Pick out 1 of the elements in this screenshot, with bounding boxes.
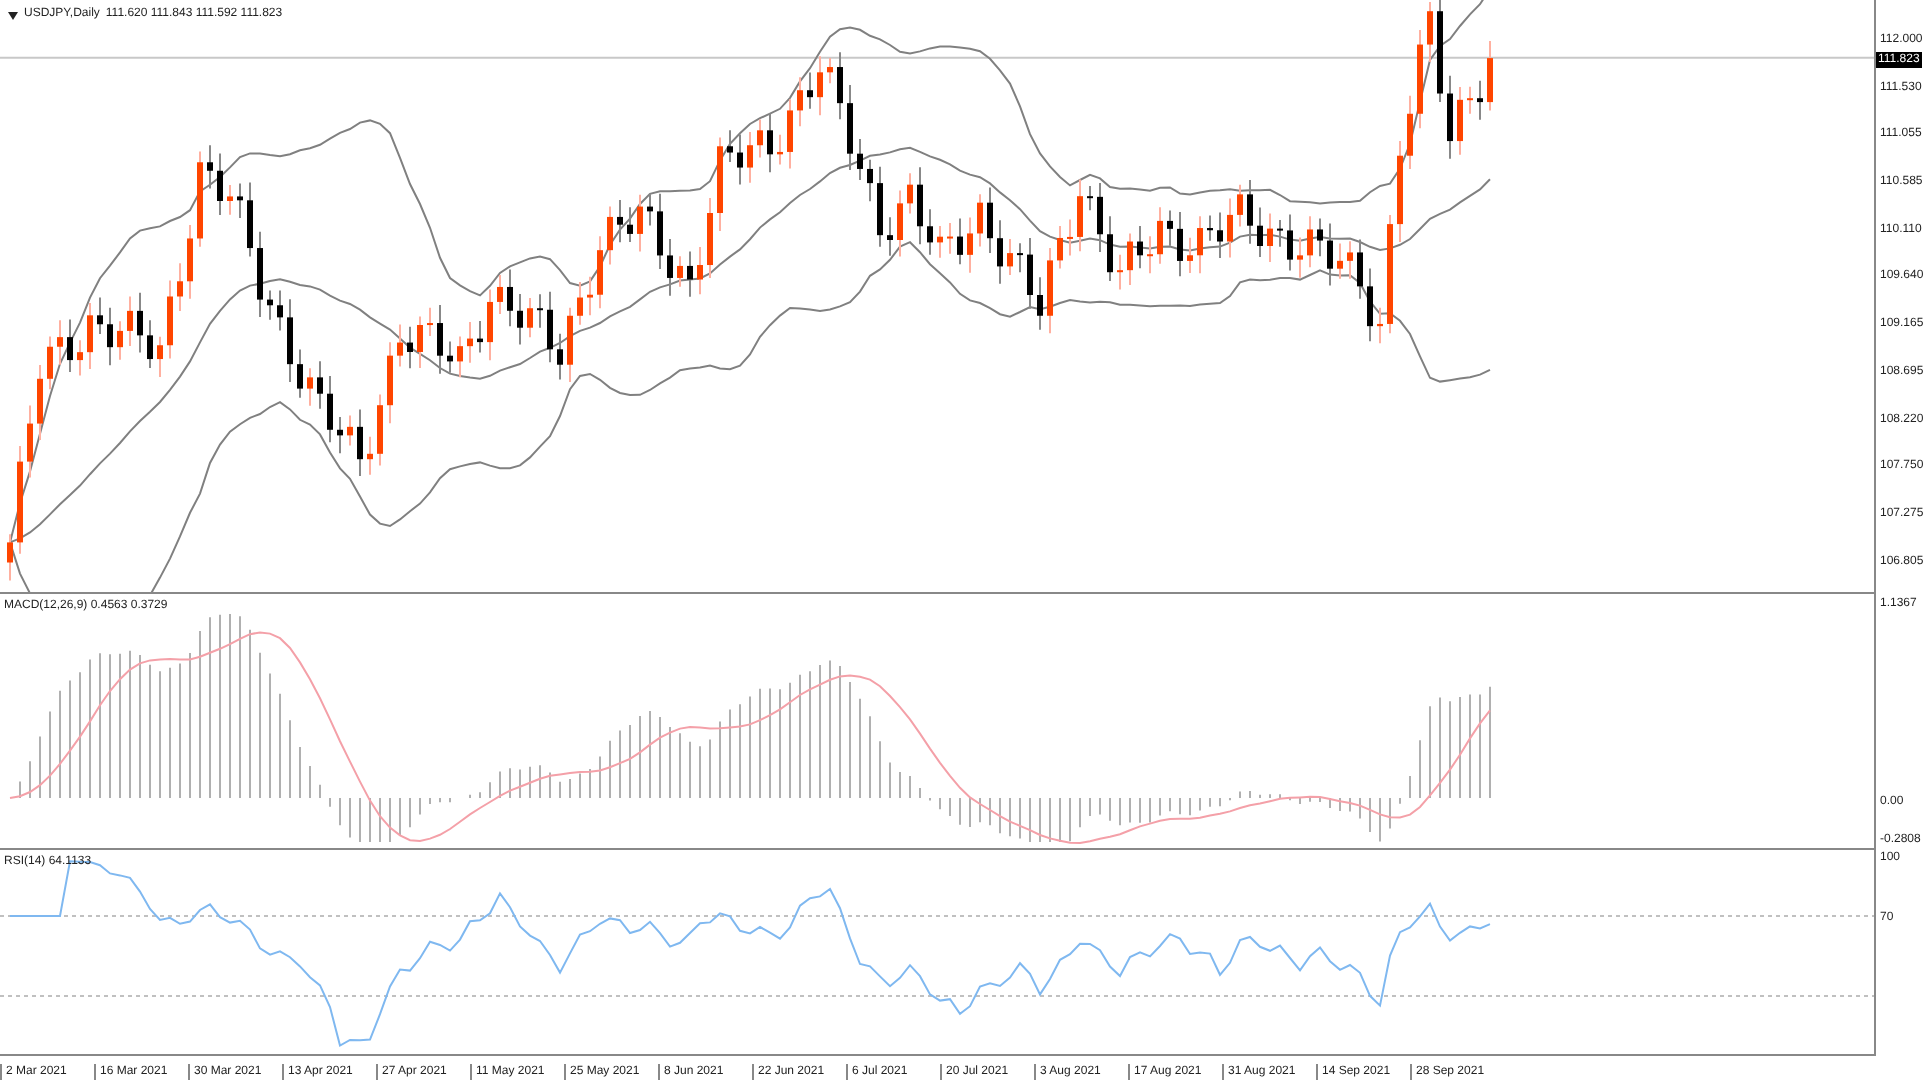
triangle-icon[interactable] [8,11,18,19]
